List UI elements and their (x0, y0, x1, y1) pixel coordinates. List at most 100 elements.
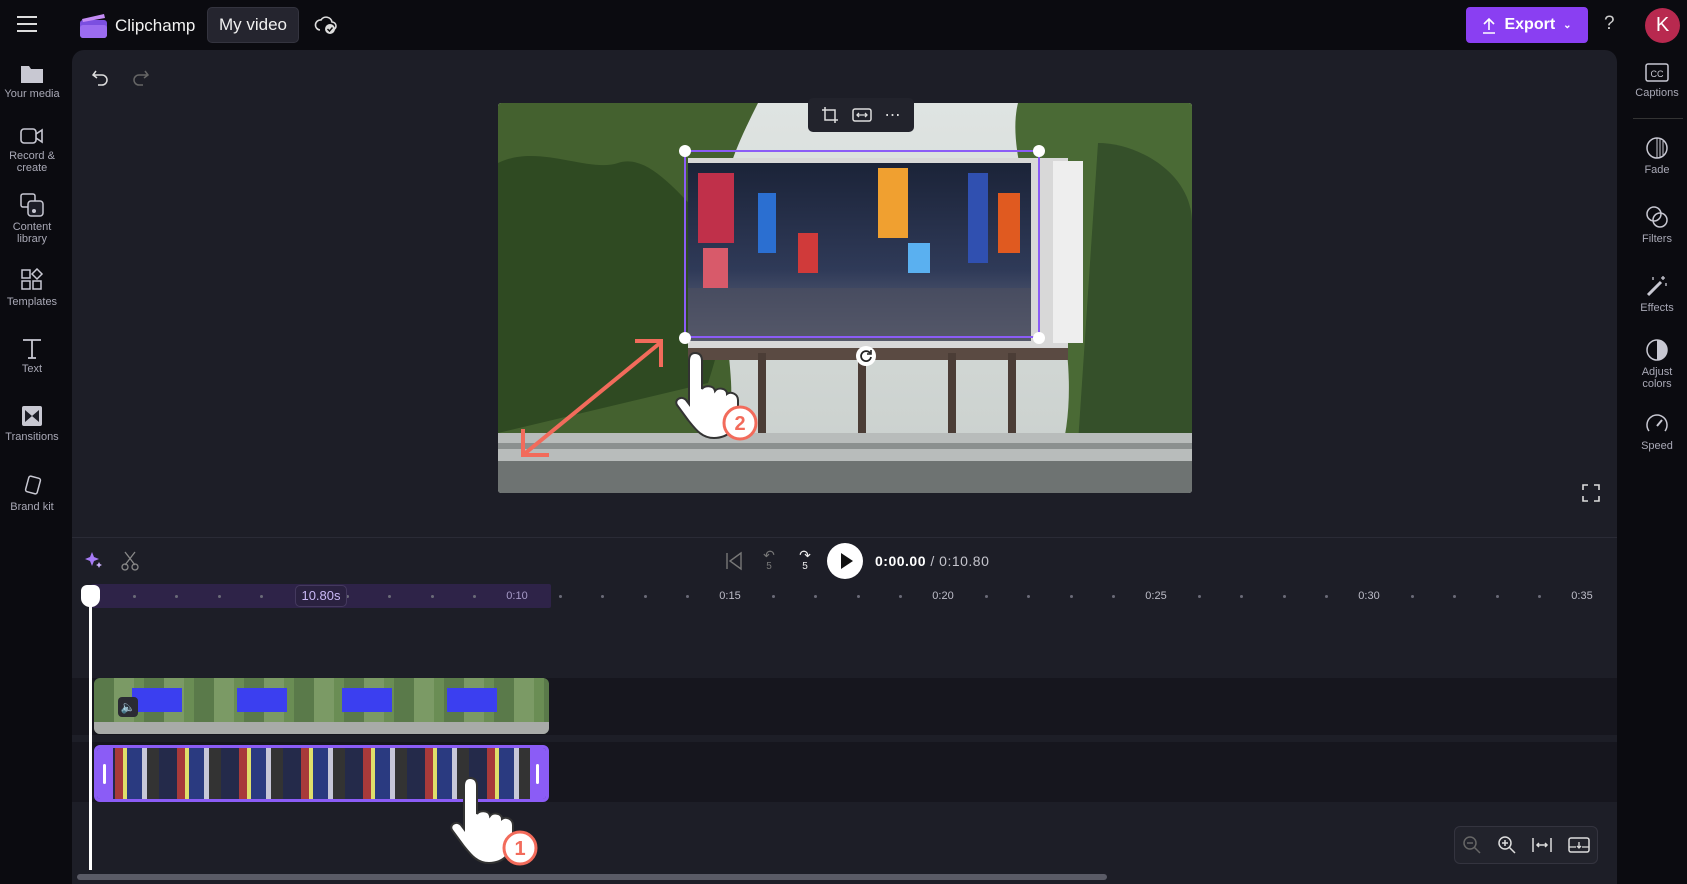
effects-icon (1646, 276, 1667, 297)
clip-billboard-video[interactable]: 🔈 (94, 678, 549, 734)
chevron-down-icon: ⌄ (1563, 19, 1572, 31)
ruler-tick-dot (1069, 595, 1073, 598)
clipchamp-logo-icon (80, 14, 107, 38)
ruler-tick-dot (1197, 595, 1201, 598)
filters-icon (1646, 206, 1668, 228)
resize-handle-top-right[interactable] (1033, 145, 1045, 157)
step-2-badge: 2 (734, 413, 745, 435)
avatar[interactable]: K (1645, 8, 1680, 43)
undo-icon[interactable] (91, 67, 111, 87)
playhead-handle[interactable] (81, 585, 100, 607)
expand-timeline-icon[interactable] (1568, 835, 1590, 855)
speed-icon (1646, 414, 1668, 432)
sidebar-item-label: create (16, 162, 48, 174)
ruler-tick-label: 0:20 (932, 590, 954, 602)
ruler-tick-dot (558, 595, 562, 598)
app-name: Clipchamp (115, 16, 196, 35)
audio-volume-icon[interactable]: 🔈 (118, 697, 138, 717)
zoom-in-icon[interactable] (1497, 835, 1517, 855)
duration-badge: 10.80s (295, 585, 347, 607)
brand-kit-icon (24, 475, 42, 495)
export-label: Export (1504, 16, 1556, 33)
sidebar-item-record-create[interactable]: Record & create (0, 126, 64, 174)
fit-icon[interactable] (851, 107, 872, 123)
ruler-tick-label: 0:10 (506, 590, 528, 602)
resize-handle-bottom-left[interactable] (679, 332, 691, 344)
crop-icon[interactable] (821, 106, 839, 124)
sidebar-item-label: Brand kit (10, 501, 54, 513)
forward-5-button[interactable]: ↷ 5 (796, 548, 814, 572)
ruler-tick-dot (1495, 595, 1499, 598)
sidebar-item-your-media[interactable]: Your media (0, 62, 64, 100)
panel-effects[interactable]: Effects (1625, 274, 1687, 314)
timeline-horizontal-scrollbar[interactable] (77, 874, 1107, 880)
sidebar-item-content-library[interactable]: Content library (0, 193, 64, 245)
help-button[interactable]: ? (1604, 13, 1615, 35)
ruler-tick-label: 0:15 (719, 590, 741, 602)
sidebar-item-templates[interactable]: Templates (0, 268, 64, 308)
ruler-tick-dot (217, 595, 221, 598)
panel-label: Fade (1644, 164, 1670, 176)
ruler-tick-label: 0:25 (1145, 590, 1167, 602)
sidebar-item-label: Content (12, 221, 52, 233)
sidebar-item-transitions[interactable]: Transitions (0, 405, 64, 443)
play-button[interactable] (827, 543, 863, 579)
rewind-icon: ↶ (763, 547, 775, 563)
ruler-tick-dot (1282, 595, 1286, 598)
panel-adjust-colors[interactable]: Adjust colors (1625, 338, 1687, 390)
current-time: 0:00.00 (875, 553, 926, 569)
sidebar-item-brand-kit[interactable]: Brand kit (0, 475, 64, 513)
sidebar-item-label: Your media (4, 88, 60, 100)
ruler-tick-dot (132, 595, 136, 598)
folder-icon (21, 66, 43, 83)
rewind-seconds: 5 (766, 561, 772, 572)
sidebar-item-label: Transitions (5, 431, 59, 443)
hamburger-menu-icon[interactable] (17, 16, 37, 32)
rewind-5-button[interactable]: ↶ 5 (760, 547, 778, 572)
cloud-saved-icon[interactable] (314, 14, 338, 36)
ai-sparkle-icon[interactable] (85, 551, 103, 569)
transitions-icon (22, 406, 42, 426)
redo-icon[interactable] (130, 67, 150, 87)
panel-fade[interactable]: Fade (1625, 136, 1687, 176)
total-time: / 0:10.80 (930, 553, 990, 569)
panel-captions[interactable]: CC Captions (1625, 63, 1687, 99)
ruler-tick-label: 0:30 (1358, 590, 1380, 602)
panel-label: Filters (1642, 233, 1672, 245)
panel-label: Speed (1641, 440, 1673, 452)
panel-filters[interactable]: Filters (1625, 205, 1687, 245)
fade-icon (1646, 137, 1668, 159)
ruler-tick-dot (1410, 595, 1414, 598)
svg-text:CC: CC (1651, 69, 1664, 79)
sidebar-item-label: Templates (6, 296, 58, 308)
trim-handle-left[interactable] (97, 748, 113, 799)
playhead-line (89, 596, 92, 870)
resize-handle-top-left[interactable] (679, 145, 691, 157)
rotate-handle-icon[interactable] (855, 345, 877, 367)
fit-timeline-icon[interactable] (1531, 835, 1553, 855)
resize-direction-arrow-icon (521, 339, 663, 457)
export-button[interactable]: Export ⌄ (1466, 7, 1588, 43)
panel-speed[interactable]: Speed (1625, 412, 1687, 452)
playback-time: 0:00.00 / 0:10.80 (875, 553, 989, 569)
floating-toolbar: ⋯ (808, 98, 914, 132)
fullscreen-icon[interactable] (1582, 484, 1600, 502)
skip-to-start-icon[interactable] (725, 551, 743, 571)
step-1-badge: 1 (514, 838, 525, 860)
project-title-button[interactable]: My video (207, 7, 299, 43)
adjust-colors-icon (1646, 339, 1668, 361)
split-scissors-icon[interactable] (121, 551, 139, 571)
ruler-tick-dot (771, 595, 775, 598)
hand-cursor-icon: 1 (450, 776, 538, 866)
more-options-icon[interactable]: ⋯ (885, 105, 902, 125)
zoom-out-icon[interactable] (1462, 835, 1482, 855)
timeline-zoom-controls (1454, 826, 1598, 864)
panel-label: Effects (1640, 302, 1674, 314)
panel-label: Captions (1635, 87, 1679, 99)
captions-icon: CC (1645, 63, 1669, 82)
ruler-tick-label: 0:35 (1571, 590, 1593, 602)
resize-handle-bottom-right[interactable] (1033, 332, 1045, 344)
text-icon (23, 339, 41, 359)
panel-label: colors (1642, 378, 1672, 390)
sidebar-item-text[interactable]: Text (0, 337, 64, 375)
